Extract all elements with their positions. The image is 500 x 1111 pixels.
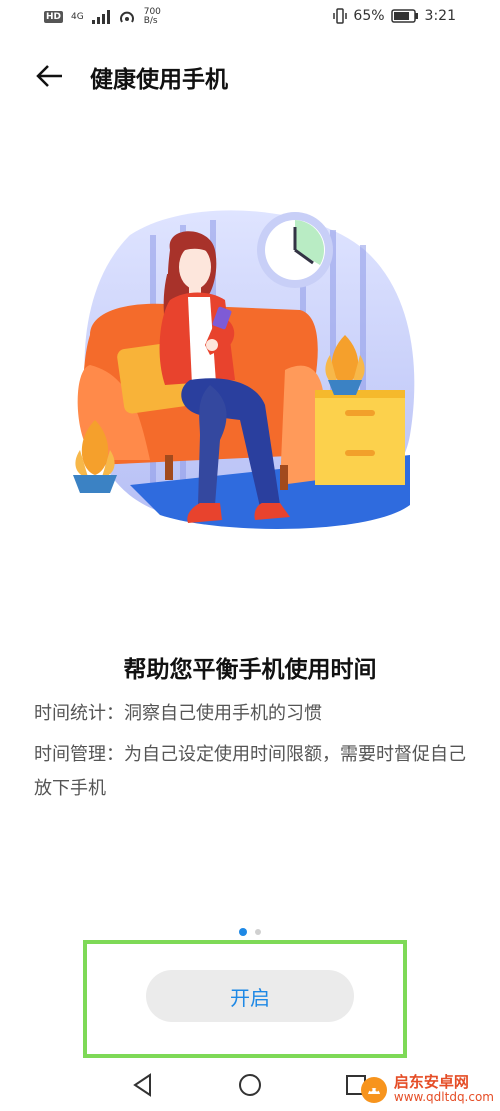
status-right: 65% 3:21 [333,8,456,24]
arrow-left-icon[interactable] [34,60,66,92]
status-left: HD 4G 700 B/s [44,8,161,26]
watermark-url: www.qdltdq.com [393,1090,494,1104]
network-speed: 700 B/s [144,8,161,26]
page-dot-inactive [255,929,261,935]
watermark-title: 启东安卓网 [393,1073,469,1091]
status-bar: HD 4G 700 B/s 65% 3:21 [0,0,500,38]
watermark-logo-icon [360,1077,387,1103]
main-heading: 帮助您平衡手机使用时间 [123,657,377,683]
battery-icon [390,9,418,23]
page-indicator [0,928,500,936]
speed-unit: B/s [143,16,158,26]
hero-illustration [73,210,415,529]
battery-percent: 65% [353,8,385,24]
clock: 3:21 [424,8,456,24]
hotspot-icon [119,11,134,23]
page-title: 健康使用手机 [90,67,228,93]
description-usage-stats: 时间统计：洞察自己使用手机的习惯 [34,703,322,724]
clock-illustration [257,212,333,288]
network-label: 4G [71,11,84,22]
back-triangle-icon[interactable] [130,1072,156,1098]
description-time-management: 时间管理：为自己设定使用时间限额，需要时督促自己放下手机 [34,744,466,799]
page-dot-active [239,928,247,936]
hd-badge: HD [44,11,64,23]
watermark: 启东安卓网 www.qdltdq.com [360,1075,494,1105]
enable-button[interactable]: 开启 [146,970,354,1022]
vibrate-icon [333,8,348,24]
home-circle-icon[interactable] [237,1072,263,1098]
signal-icon [91,10,110,24]
app-bar: 健康使用手机 [0,50,500,102]
side-table [315,390,405,485]
